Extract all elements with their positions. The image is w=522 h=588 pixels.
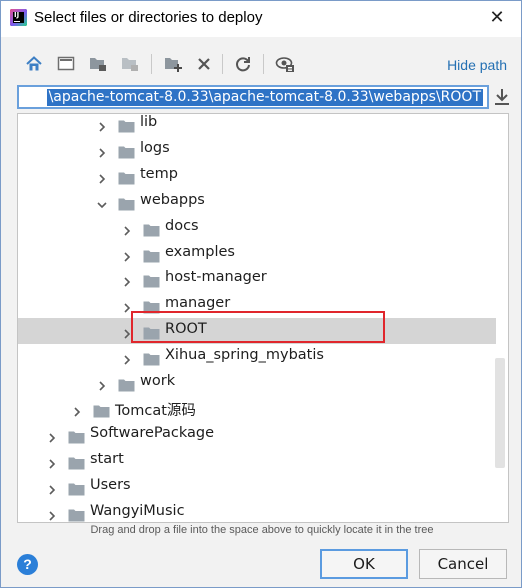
chevron-right-icon[interactable] — [96, 170, 108, 184]
desktop-icon[interactable] — [53, 51, 79, 77]
tree-row-label: work — [140, 373, 176, 389]
tree-row[interactable]: Tomcat源码 — [18, 396, 496, 422]
chevron-right-icon[interactable] — [46, 481, 58, 495]
folder-icon — [143, 273, 160, 288]
tree-row[interactable]: webapps — [18, 189, 496, 215]
tree-row[interactable]: work — [18, 370, 496, 396]
tree-row-label: start — [90, 450, 124, 467]
chevron-right-icon[interactable] — [121, 273, 133, 287]
tree-row-label: manager — [165, 295, 231, 312]
folder-icon — [143, 222, 160, 237]
cancel-button[interactable]: Cancel — [419, 549, 507, 579]
tree-row[interactable]: SoftwarePackage — [18, 422, 496, 448]
folder-icon — [118, 196, 135, 211]
chevron-right-icon[interactable] — [46, 507, 58, 521]
download-icon[interactable] — [493, 87, 511, 107]
chevron-right-icon[interactable] — [96, 118, 108, 132]
dialog-title: Select files or directories to deploy — [34, 9, 263, 26]
chevron-right-icon[interactable] — [121, 351, 133, 365]
chevron-right-icon[interactable] — [121, 299, 133, 313]
chevron-down-icon[interactable] — [96, 196, 108, 208]
module-folder-icon[interactable] — [117, 51, 143, 77]
tree-row[interactable]: lib — [18, 114, 496, 137]
tree-row-label: Tomcat源码 — [115, 402, 196, 419]
tree-row-label: SoftwarePackage — [90, 424, 215, 441]
new-folder-icon[interactable] — [160, 51, 186, 77]
folder-icon — [93, 403, 110, 418]
tree-row[interactable]: Xihua_spring_mybatis — [18, 344, 496, 370]
show-hidden-icon[interactable] — [272, 51, 298, 77]
folder-icon — [143, 351, 160, 366]
folder-icon — [143, 248, 160, 262]
folder-icon — [118, 170, 135, 185]
title-bar: IJ Select files or directories to deploy… — [1, 1, 521, 37]
tree-row[interactable]: temp — [18, 163, 496, 189]
tree-row-label: host-manager — [165, 269, 267, 286]
folder-icon — [68, 429, 85, 444]
tree-row-label: docs — [165, 217, 199, 234]
path-row: \apache-tomcat-8.0.33\apache-tomcat-8.0.… — [17, 85, 511, 111]
tree-row[interactable]: WangyiMusic — [18, 500, 496, 523]
tree-row[interactable]: examples — [18, 241, 496, 267]
tree-row-label: temp — [140, 165, 178, 182]
folder-icon — [118, 377, 135, 392]
tree-row-label: lib — [140, 114, 158, 130]
tree-row-label: logs — [140, 139, 170, 156]
root-highlight-annotation — [131, 311, 385, 343]
toolbar-separator — [263, 54, 264, 74]
tree-row[interactable]: start — [18, 448, 496, 474]
deploy-dialog: IJ Select files or directories to deploy… — [0, 0, 522, 588]
toolbar-separator — [151, 54, 152, 74]
path-input[interactable]: \apache-tomcat-8.0.33\apache-tomcat-8.0.… — [17, 85, 489, 109]
chevron-right-icon[interactable] — [71, 403, 83, 417]
close-button[interactable]: ✕ — [485, 6, 509, 30]
chevron-right-icon[interactable] — [96, 144, 108, 158]
project-folder-icon[interactable] — [85, 51, 111, 77]
chevron-right-icon[interactable] — [46, 455, 58, 469]
toolbar: Hide path — [1, 37, 521, 85]
tree-row[interactable]: logs — [18, 137, 496, 163]
folder-icon — [68, 455, 85, 470]
delete-icon[interactable] — [191, 51, 217, 77]
tree-row[interactable]: docs — [18, 215, 496, 241]
tree-row-label: Xihua_spring_mybatis — [165, 347, 324, 364]
folder-icon — [118, 144, 135, 159]
help-button[interactable]: ? — [17, 554, 38, 575]
refresh-icon[interactable] — [230, 51, 256, 77]
intellij-app-icon: IJ — [10, 9, 27, 26]
path-input-value: \apache-tomcat-8.0.33\apache-tomcat-8.0.… — [46, 89, 483, 106]
drag-drop-hint: Drag and drop a file into the space abov… — [90, 524, 434, 536]
ok-button[interactable]: OK — [320, 549, 408, 579]
chevron-right-icon[interactable] — [96, 377, 108, 391]
folder-icon — [118, 118, 135, 133]
chevron-right-icon[interactable] — [46, 429, 58, 443]
hide-path-link[interactable]: Hide path — [447, 57, 507, 73]
tree-scrollbar[interactable] — [495, 358, 505, 468]
tree-row-label: Users — [90, 476, 131, 493]
tree-row-label: WangyiMusic — [90, 502, 185, 519]
chevron-right-icon[interactable] — [121, 222, 133, 236]
folder-icon — [68, 507, 85, 521]
home-icon[interactable] — [21, 51, 47, 77]
folder-icon — [68, 481, 85, 496]
toolbar-separator — [222, 54, 223, 74]
tree-row-label: webapps — [140, 191, 205, 208]
tree-row[interactable]: host-manager — [18, 266, 496, 292]
chevron-right-icon[interactable] — [121, 248, 133, 262]
tree-row-label: examples — [165, 243, 235, 260]
tree-row[interactable]: Users — [18, 474, 496, 500]
